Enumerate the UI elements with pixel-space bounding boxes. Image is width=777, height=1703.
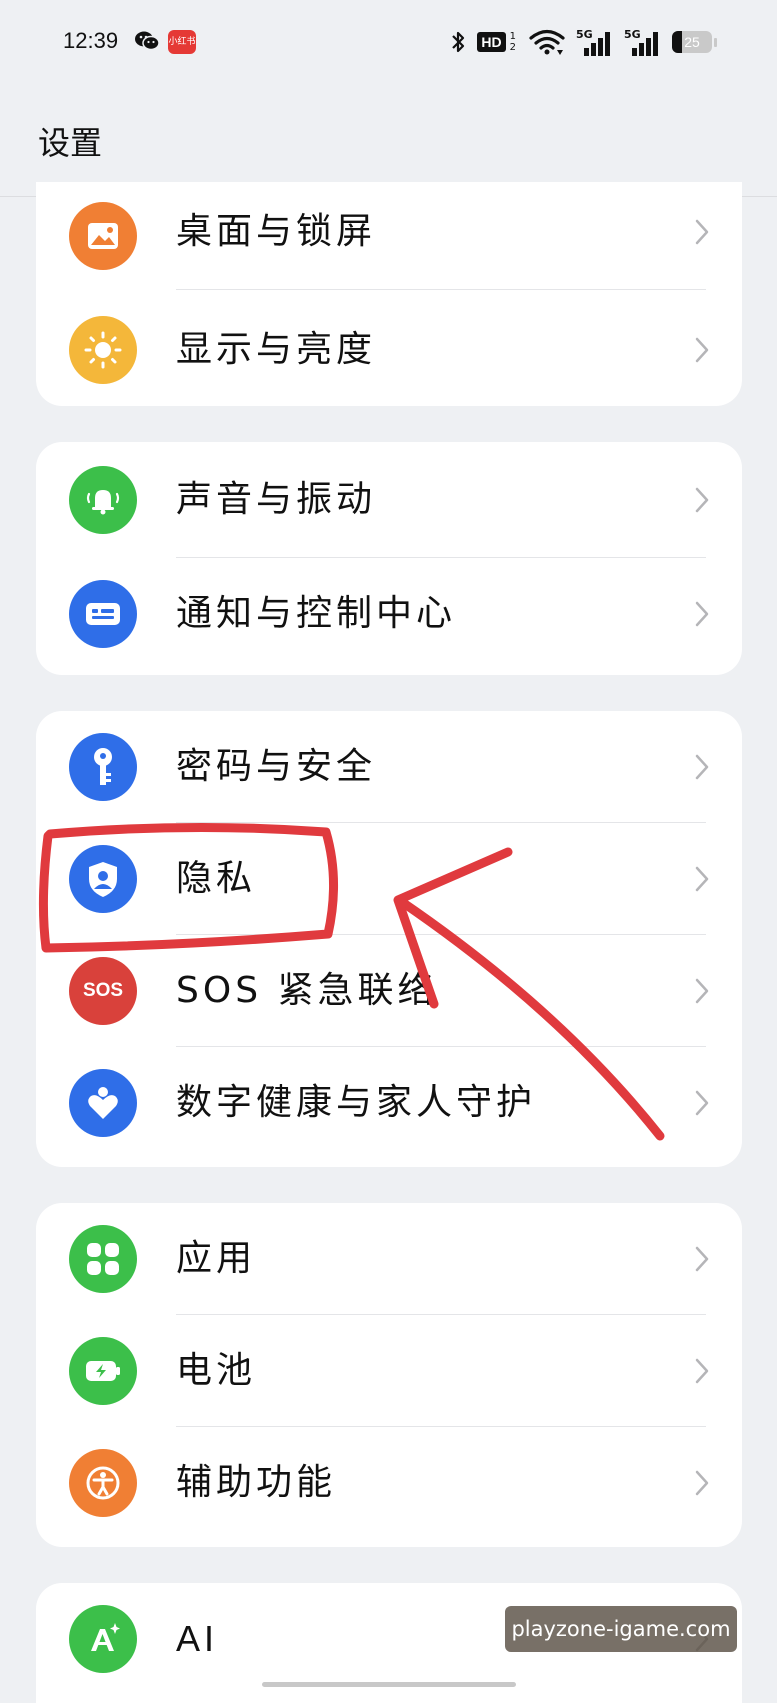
chevron-right-icon [694,753,710,781]
chevron-right-icon [694,977,710,1005]
battery-icon [69,1337,137,1405]
xiaohongshu-app-icon: 小红书 [168,30,196,54]
settings-item-label: 隐私 [176,858,257,899]
settings-group-display: 桌面与锁屏 显示与亮度 [36,182,742,406]
settings-item-label: 桌面与锁屏 [176,211,377,252]
settings-item-label: 声音与振动 [176,479,377,520]
sos-icon: SOS [69,957,137,1025]
settings-item-digital-wellbeing[interactable]: 数字健康与家人守护 [36,1047,742,1159]
battery-percent: 25 [684,34,700,50]
settings-item-label: 密码与安全 [176,746,377,787]
battery-tip [714,37,717,47]
chevron-right-icon [694,1089,710,1117]
signal1-label: 5G [576,28,593,41]
chevron-right-icon [694,336,710,364]
wallpaper-icon [69,202,137,270]
settings-item-notification-control-center[interactable]: 通知与控制中心 [36,558,742,670]
apps-grid-icon [69,1225,137,1293]
bell-icon [69,466,137,534]
chevron-right-icon [694,600,710,628]
privacy-shield-icon [69,845,137,913]
status-time: 12:39 [63,28,119,53]
settings-item-wallpaper-lockscreen[interactable]: 桌面与锁屏 [36,182,742,294]
settings-item-password-security[interactable]: 密码与安全 [36,711,742,823]
key-icon [69,733,137,801]
watermark: playzone-igame.com [505,1606,737,1652]
settings-item-label: AI [176,1618,219,1659]
heart-person-icon [69,1069,137,1137]
settings-item-display-brightness[interactable]: 显示与亮度 [36,294,742,406]
chevron-right-icon [694,486,710,514]
chevron-right-icon [694,1357,710,1385]
battery-indicator: 25 [672,31,712,53]
chevron-right-icon [694,218,710,246]
settings-item-label: 辅助功能 [176,1462,337,1503]
settings-item-accessibility[interactable]: 辅助功能 [36,1427,742,1539]
chevron-right-icon [694,1469,710,1497]
hd-sim-1: 1 [509,31,516,42]
settings-item-label: 显示与亮度 [176,329,377,370]
settings-item-label: 数字健康与家人守护 [176,1082,537,1123]
signal-icon-sim2: 5G [624,28,662,56]
sun-icon [69,316,137,384]
hd-sim-indicator: 1 2 [510,31,516,53]
bluetooth-icon [449,28,467,56]
page-title: 设置 [38,124,103,162]
signal2-label: 5G [624,28,641,41]
row-divider [176,289,706,290]
wifi-icon [528,28,566,56]
ai-sparkle-icon [69,1605,137,1673]
settings-item-sound-vibration[interactable]: 声音与振动 [36,442,742,558]
settings-group-security: 密码与安全 隐私 SOS SOS 紧急联络 数字健康与家人守护 [36,711,742,1167]
settings-item-apps[interactable]: 应用 [36,1203,742,1315]
settings-item-label: 通知与控制中心 [176,593,457,634]
hd-sim-2: 2 [509,42,516,53]
settings-item-sos-emergency[interactable]: SOS SOS 紧急联络 [36,935,742,1047]
hd-voice-icon: HD [477,32,506,52]
settings-item-label: 应用 [176,1238,257,1279]
accessibility-icon [69,1449,137,1517]
status-bar: 12:39 小红书 HD 1 2 5G 5G 25 [0,0,777,90]
chevron-right-icon [694,865,710,893]
settings-item-label: SOS 紧急联络 [176,970,438,1011]
settings-item-label: 电池 [176,1350,257,1391]
wechat-icon [134,30,160,52]
notification-icon [69,580,137,648]
settings-group-sound-notify: 声音与振动 通知与控制中心 [36,442,742,675]
sos-icon-text: SOS [82,980,124,1001]
settings-group-apps: 应用 电池 辅助功能 [36,1203,742,1547]
settings-item-battery[interactable]: 电池 [36,1315,742,1427]
home-indicator [262,1682,516,1687]
settings-item-privacy[interactable]: 隐私 [36,823,742,935]
chevron-right-icon [694,1245,710,1273]
status-right-cluster: HD 1 2 5G 5G 25 [449,26,717,58]
signal-icon-sim1: 5G [576,28,614,56]
